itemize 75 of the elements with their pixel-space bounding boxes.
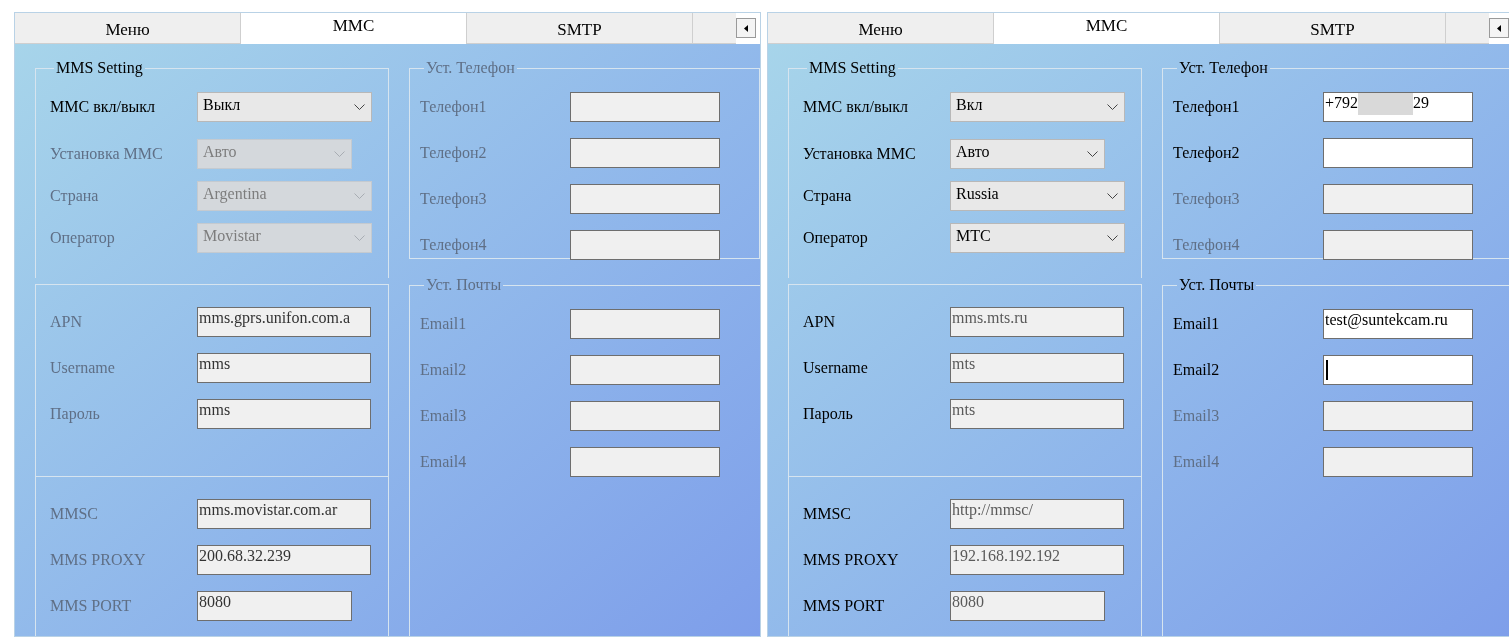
left-arrow-icon [1497, 24, 1501, 32]
field-label: APN [803, 312, 836, 332]
field-label: Телефон1 [1173, 97, 1241, 118]
input-field[interactable] [1323, 355, 1473, 385]
field-label: Телефон4 [420, 235, 488, 256]
chevron-down-icon [334, 151, 345, 157]
chevron-down-icon [354, 193, 365, 199]
group-title: MMS Setting [55, 58, 144, 79]
field-label: Оператор [803, 228, 869, 249]
field-label: Пароль [50, 404, 101, 425]
tab[interactable]: Меню [15, 13, 241, 44]
field-label: Username [803, 358, 869, 378]
field-label: Пароль [803, 404, 854, 425]
field-label: MMC вкл/выкл [803, 97, 909, 117]
tab[interactable]: Меню [768, 13, 994, 44]
tab[interactable]: SMTP [467, 13, 693, 44]
input-field[interactable]: 192.168.192.192 [950, 545, 1124, 575]
group-title: Уст. Почты [1178, 275, 1256, 295]
field-label: Email3 [420, 406, 468, 426]
input-field[interactable]: http://mmsc/ [950, 499, 1124, 529]
chevron-down-icon [1087, 151, 1098, 157]
dropdown[interactable]: Авто [950, 139, 1105, 169]
field-label: Username [50, 358, 116, 378]
field-label: Email4 [1173, 452, 1221, 472]
input-field[interactable]: mms.mts.ru [950, 307, 1124, 337]
dropdown[interactable]: Выкл [197, 92, 372, 122]
field-label: Телефон2 [1173, 143, 1241, 164]
field-label: Email1 [420, 314, 468, 334]
chevron-down-icon [1107, 193, 1118, 199]
dropdown[interactable]: Вкл [950, 92, 1125, 122]
field-label: Email3 [1173, 406, 1221, 426]
input-field[interactable] [1323, 138, 1473, 168]
group-title: Уст. Телефон [1178, 58, 1269, 79]
field-label: APN [50, 312, 83, 332]
field-label: Телефон1 [420, 97, 488, 118]
scroll-left-button[interactable] [1489, 18, 1509, 38]
field-label: Страна [50, 186, 100, 207]
group-title: MMS Setting [808, 58, 897, 79]
field-label: Страна [803, 186, 853, 207]
field-label: Email4 [420, 452, 468, 472]
field-label: Установка MMC [803, 144, 917, 164]
group-title: Уст. Почты [425, 275, 503, 295]
tab[interactable]: SMTP [1220, 13, 1446, 44]
field-label: Телефон3 [420, 189, 488, 210]
field-label: Установка MMC [50, 144, 164, 164]
scroll-left-button[interactable] [736, 18, 756, 38]
field-label: MMC вкл/выкл [50, 97, 156, 117]
chevron-down-icon [354, 235, 365, 241]
field-label: Телефон4 [1173, 235, 1241, 256]
field-label: Email2 [420, 360, 468, 380]
input-field[interactable]: 8080 [950, 591, 1105, 621]
input-field[interactable]: +792 29 [1323, 92, 1473, 122]
field-label: Телефон2 [420, 143, 488, 164]
field-label: MMSC [803, 504, 853, 524]
chevron-down-icon [1107, 235, 1118, 241]
dropdown[interactable]: Russia [950, 181, 1125, 211]
input-field[interactable]: mts [950, 399, 1124, 429]
field-label: MMSC [50, 504, 100, 524]
dropdown[interactable]: MTC [950, 223, 1125, 253]
field-label: MMS PORT [50, 596, 133, 616]
chevron-down-icon [354, 104, 365, 110]
redacted-block [1358, 93, 1414, 115]
field-label: Оператор [50, 228, 116, 249]
field-label: MMS PROXY [803, 550, 900, 570]
field-label: Email2 [1173, 360, 1221, 380]
field-label: Телефон3 [1173, 189, 1241, 210]
field-label: Email1 [1173, 314, 1221, 334]
field-label: MMS PROXY [50, 550, 147, 570]
left-arrow-icon [744, 24, 748, 32]
input-field[interactable]: test@suntekcam.ru [1323, 309, 1473, 339]
group-title: Уст. Телефон [425, 58, 516, 79]
chevron-down-icon [1107, 104, 1118, 110]
text-cursor [1326, 360, 1328, 380]
input-field[interactable]: mts [950, 353, 1124, 383]
field-label: MMS PORT [803, 596, 886, 616]
